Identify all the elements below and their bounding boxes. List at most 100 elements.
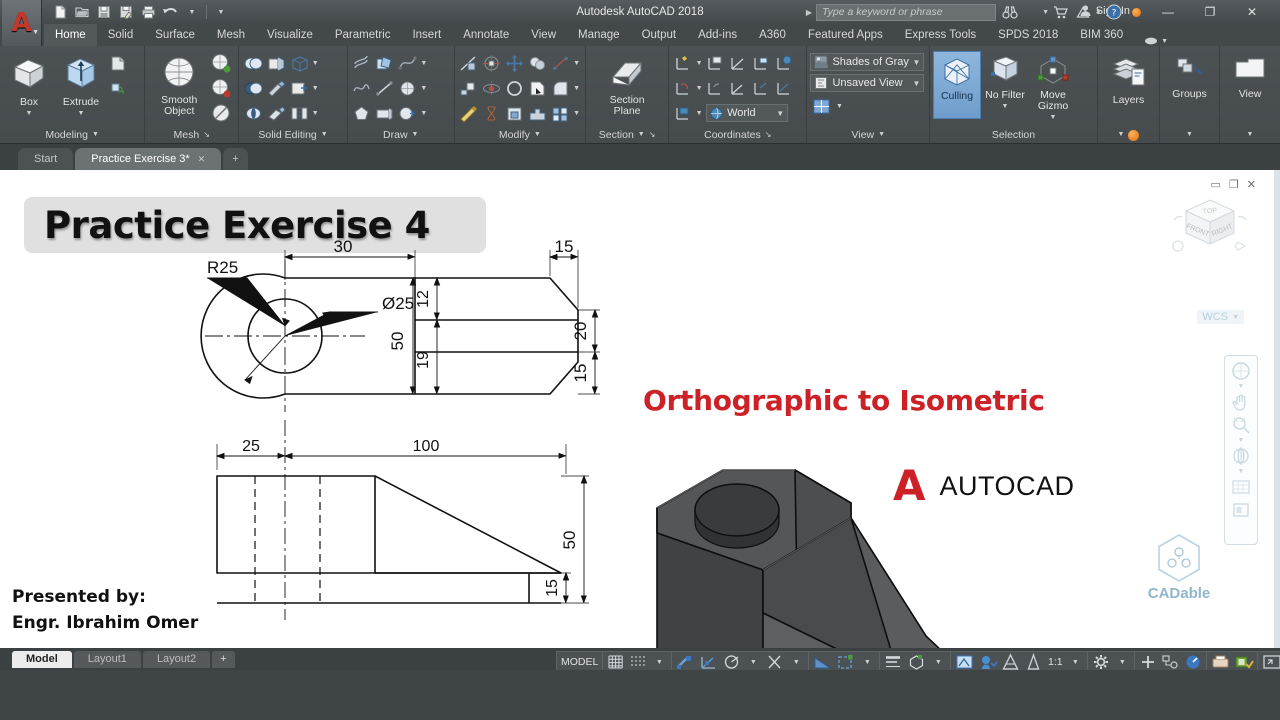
chevron-down-icon[interactable]: ▼ (311, 60, 319, 67)
chevron-down-icon[interactable]: ▼ (311, 110, 319, 117)
selection-cycling-icon[interactable] (834, 652, 857, 672)
chevron-down-icon[interactable]: ▼ (311, 85, 319, 92)
undo-arrow-icon[interactable] (160, 2, 180, 22)
helix-tool-icon[interactable] (481, 102, 503, 124)
notification-dot-icon[interactable] (1126, 3, 1146, 21)
chevron-down-icon[interactable]: ▼ (420, 60, 428, 67)
performance-icon[interactable] (1182, 652, 1204, 672)
panel-title-groups[interactable]: ▼ (1163, 127, 1216, 143)
spline-icon[interactable] (397, 52, 419, 74)
new-file-tab-button[interactable]: + (223, 148, 248, 170)
chevron-down-icon[interactable]: ▼ (32, 29, 39, 36)
infer-constraints-icon[interactable] (674, 652, 697, 672)
chevron-right-icon[interactable]: ▶ (806, 8, 812, 17)
shell-icon[interactable] (504, 102, 526, 124)
vertical-scrollbar[interactable] (1274, 170, 1280, 648)
chevron-down-icon[interactable]: ▼ (1238, 437, 1245, 444)
chevron-down-icon[interactable]: ▼ (695, 110, 703, 117)
drawing-canvas[interactable]: ▭ ❐ ✕ Practice Exercise 4 Orthographic t… (0, 170, 1280, 648)
maximize-button[interactable]: ❐ (1190, 0, 1230, 24)
printer-icon[interactable] (138, 2, 158, 22)
close-button[interactable]: ✕ (1232, 0, 1272, 24)
ribbon-tab-a360[interactable]: A360 (748, 24, 797, 46)
view-cube[interactable]: TOP FRONT RIGHT (1164, 180, 1256, 277)
otrack-icon[interactable] (811, 652, 834, 672)
3d-rotate-icon[interactable] (527, 52, 549, 74)
separate-icon[interactable] (288, 102, 310, 124)
3d-scale-icon[interactable] (550, 52, 572, 74)
extrude-face-icon[interactable] (458, 77, 480, 99)
ribbon-tab-spds-2018[interactable]: SPDS 2018 (987, 24, 1069, 46)
ucs-rotate-icon[interactable] (672, 77, 694, 99)
visual-style-combo[interactable]: Shades of Gray ▼ (810, 53, 925, 71)
taper-faces-icon[interactable] (265, 77, 287, 99)
chevron-down-icon[interactable]: ▼ (913, 58, 921, 67)
chevron-down-icon[interactable]: ▼ (1095, 9, 1102, 16)
orbit-icon[interactable] (1230, 445, 1252, 467)
ribbon-tab-featured-apps[interactable]: Featured Apps (797, 24, 894, 46)
ucs-z-axis-icon[interactable] (727, 77, 749, 99)
chevron-down-icon[interactable]: ▼ (1042, 9, 1049, 16)
close-icon[interactable]: ✕ (198, 148, 206, 170)
chevron-down-icon[interactable]: ▼ (573, 85, 581, 92)
panel-title-solid-editing[interactable]: Solid Editing ▼ (242, 127, 344, 143)
hardware-icon[interactable] (1232, 652, 1255, 672)
chevron-down-icon[interactable]: ▼ (1238, 468, 1245, 475)
chevron-down-icon[interactable]: ▼ (695, 85, 703, 92)
chevron-down-icon[interactable]: ▼ (420, 110, 428, 117)
chevron-down-icon[interactable]: ▼ (1238, 383, 1245, 390)
3d-move-icon[interactable] (504, 52, 526, 74)
panel-title-section[interactable]: Section ▼ ↘ (589, 127, 665, 143)
ribbon-tab-home[interactable]: Home (44, 24, 97, 46)
showmotion-icon[interactable] (1230, 476, 1252, 498)
ucs-named-icon[interactable] (704, 52, 726, 74)
union-icon[interactable] (242, 52, 264, 74)
smooth-more-icon[interactable] (210, 52, 232, 74)
smooth-object-button[interactable]: Smooth Object (148, 51, 210, 117)
snap-dropdown-icon[interactable]: ▼ (649, 652, 669, 672)
panel-title-coordinates[interactable]: Coordinates ↘ (672, 127, 803, 143)
panel-title-draw[interactable]: Draw ▼ (351, 127, 451, 143)
3d-array-icon[interactable] (504, 77, 526, 99)
section-plane-button[interactable]: Section Plane (596, 51, 658, 117)
view-button[interactable]: View (1223, 51, 1277, 100)
lineweight-icon[interactable] (882, 652, 905, 672)
box-tool-button[interactable]: Box ▼ (3, 51, 55, 119)
annotation-scale-value[interactable]: 1:1 (1045, 652, 1065, 672)
chevron-down-icon[interactable]: ▼ (913, 79, 921, 88)
polar-dropdown-icon[interactable]: ▼ (743, 652, 763, 672)
fullscreen-icon[interactable] (1260, 652, 1280, 672)
circle-center-icon[interactable] (397, 102, 419, 124)
groups-button[interactable]: Groups (1163, 51, 1216, 100)
polyline-curve-icon[interactable] (351, 77, 373, 99)
panel-title-view-right[interactable]: ▼ (1223, 127, 1277, 143)
save-as-icon[interactable] (116, 2, 136, 22)
help-question-icon[interactable]: ? (1104, 3, 1124, 21)
ribbon-tab-parametric[interactable]: Parametric (324, 24, 402, 46)
chevron-down-icon[interactable]: ▼ (573, 60, 581, 67)
osnap-dropdown-icon[interactable]: ▼ (786, 652, 806, 672)
imprint-icon[interactable] (288, 77, 310, 99)
panel-title-layers[interactable]: ▼ (1101, 127, 1156, 143)
workspace-dropdown-icon[interactable]: ▼ (1112, 652, 1132, 672)
polygon-icon[interactable] (351, 102, 373, 124)
layout-tab-layout1[interactable]: Layout1 (73, 650, 141, 668)
ucs-icon-display[interactable] (672, 102, 694, 124)
file-tab-start[interactable]: Start (18, 148, 74, 170)
solid-grid-icon[interactable] (550, 102, 572, 124)
selection-dropdown-icon[interactable]: ▼ (857, 652, 877, 672)
chevron-down-icon[interactable]: ▼ (1232, 314, 1239, 321)
no-smooth-icon[interactable] (210, 102, 232, 124)
snap-dots-icon[interactable] (627, 652, 649, 672)
steering-wheel-icon[interactable] (1230, 360, 1252, 382)
ribbon-tab-visualize[interactable]: Visualize (256, 24, 324, 46)
3d-mirror-icon[interactable] (481, 77, 503, 99)
ucs-world-icon[interactable] (773, 52, 795, 74)
chevron-down-icon[interactable]: ▼ (1050, 112, 1057, 123)
minimize-button[interactable]: — (1148, 0, 1188, 24)
file-tab-practice-exercise-3[interactable]: Practice Exercise 3* ✕ (75, 148, 222, 170)
presspull-icon[interactable] (107, 52, 129, 74)
chevron-down-icon[interactable]: ▼ (835, 103, 843, 110)
model-space-button[interactable]: MODEL (559, 652, 600, 672)
ribbon-tab-addins[interactable]: Add-ins (687, 24, 748, 46)
